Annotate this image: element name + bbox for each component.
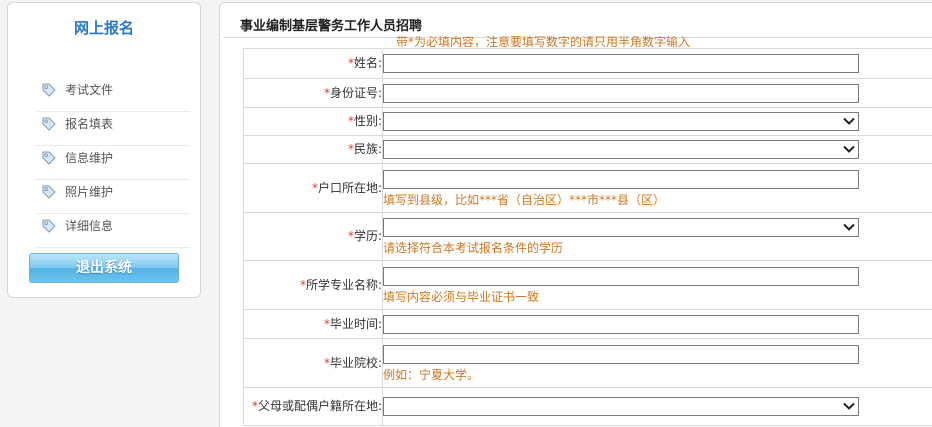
- id-number-input[interactable]: [383, 83, 859, 103]
- main-panel: 事业编制基层警务工作人员招聘 带*为必填内容，注意要填写数字的请只用半角数字输入…: [219, 2, 932, 427]
- field-label: *姓名:: [243, 48, 383, 79]
- sidebar-nav: 考试文件 报名填表 信息维护 照片维护 详细信息: [36, 78, 190, 248]
- field-hint: 填写到县级，比如***省（自治区）***市***县（区）: [383, 192, 666, 207]
- form-row-university: *毕业院校: 例如：宁夏大学。: [243, 338, 932, 388]
- sidebar-item-exam-documents[interactable]: 考试文件: [36, 78, 190, 112]
- logout-button[interactable]: 退出系统: [29, 253, 179, 283]
- label-text: 身份证号:: [329, 85, 382, 100]
- field-hint: 填写内容必须与毕业证书一致: [383, 289, 540, 304]
- sidebar-item-photo-maintenance[interactable]: 照片维护: [36, 180, 190, 214]
- family-registration-select[interactable]: [383, 397, 859, 416]
- tag-icon: [42, 117, 56, 131]
- field-label: *户口所在地:: [243, 163, 383, 213]
- label-text: 毕业时间:: [329, 316, 382, 331]
- label-text: 姓名:: [353, 56, 382, 70]
- tag-icon: [42, 219, 56, 233]
- chevron-down-icon: [843, 145, 855, 153]
- field-label: *毕业时间:: [243, 309, 383, 339]
- label-text: 学历:: [353, 229, 382, 243]
- form-row-education: *学历: 请选择符合本考试报名条件的学历: [243, 212, 932, 261]
- label-text: 父母或配偶户籍所在地:: [257, 399, 382, 413]
- sidebar-item-label: 详细信息: [65, 219, 114, 233]
- name-input[interactable]: [383, 54, 859, 73]
- form-row-id-number: *身份证号:: [243, 78, 932, 108]
- ethnicity-select[interactable]: [383, 140, 859, 159]
- tag-icon: [42, 83, 56, 97]
- sidebar: 网上报名 考试文件 报名填表 信息维护 照片维护 详细信息 退出系统: [7, 2, 201, 298]
- sidebar-item-label: 考试文件: [65, 83, 114, 97]
- label-text: 所学专业名称:: [305, 277, 382, 292]
- household-registration-input[interactable]: [383, 169, 859, 189]
- field-label: *身份证号:: [243, 78, 383, 108]
- form-row-gender: *性别:: [243, 107, 932, 136]
- sidebar-item-details[interactable]: 详细信息: [36, 214, 190, 248]
- registration-form: *姓名: *身份证号: *性别: *民族: *户口所在地: 填写到县级，比如**…: [243, 48, 932, 426]
- required-notice: 带*为必填内容，注意要填写数字的请只用半角数字输入: [396, 36, 691, 47]
- form-row-major: *所学专业名称: 填写内容必须与毕业证书一致: [243, 260, 932, 310]
- field-label: *毕业院校:: [243, 338, 383, 388]
- label-text: 民族:: [353, 142, 382, 156]
- field-label: *学历:: [243, 212, 383, 261]
- form-row-graduation-date: *毕业时间:: [243, 309, 932, 339]
- gender-select[interactable]: [383, 112, 859, 131]
- page-title: 事业编制基层警务工作人员招聘: [240, 19, 423, 34]
- education-select[interactable]: [383, 218, 859, 237]
- graduation-date-input[interactable]: [383, 314, 859, 334]
- chevron-down-icon: [843, 223, 855, 231]
- major-input[interactable]: [383, 266, 859, 286]
- sidebar-item-label: 报名填表: [65, 117, 114, 131]
- field-label: *民族:: [243, 135, 383, 164]
- tag-icon: [42, 185, 56, 199]
- form-row-family-registration: *父母或配偶户籍所在地:: [243, 387, 932, 426]
- sidebar-title: 网上报名: [73, 19, 134, 37]
- form-row-ethnicity: *民族:: [243, 135, 932, 164]
- tag-icon: [42, 151, 56, 165]
- form-row-household-registration: *户口所在地: 填写到县级，比如***省（自治区）***市***县（区）: [243, 163, 932, 213]
- sidebar-item-registration-form[interactable]: 报名填表: [36, 112, 190, 146]
- field-hint: 例如：宁夏大学。: [383, 367, 480, 382]
- sidebar-item-label: 照片维护: [65, 185, 114, 199]
- chevron-down-icon: [843, 117, 855, 125]
- field-label: *所学专业名称:: [243, 260, 383, 310]
- label-text: 毕业院校:: [329, 355, 382, 370]
- label-text: 性别:: [353, 114, 382, 128]
- field-hint: 请选择符合本考试报名条件的学历: [383, 241, 564, 255]
- sidebar-item-label: 信息维护: [65, 151, 114, 165]
- university-input[interactable]: [383, 344, 859, 364]
- field-label: *性别:: [243, 107, 383, 136]
- sidebar-item-info-maintenance[interactable]: 信息维护: [36, 146, 190, 180]
- field-label: *父母或配偶户籍所在地:: [243, 387, 383, 426]
- form-row-name: *姓名:: [243, 48, 932, 79]
- label-text: 户口所在地:: [317, 180, 382, 195]
- chevron-down-icon: [843, 402, 855, 410]
